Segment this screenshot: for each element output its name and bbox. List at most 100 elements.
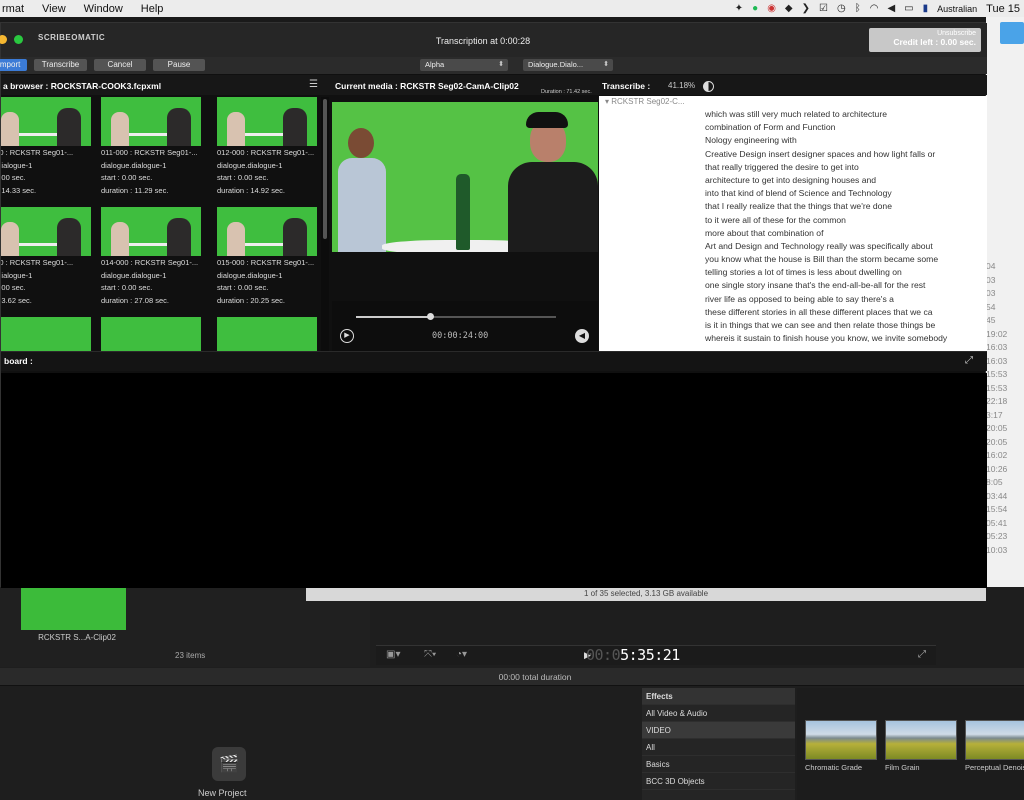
effect-chromatic-grade[interactable]: Chromatic Grade: [805, 720, 877, 772]
effects-category[interactable]: Basics: [642, 756, 795, 773]
finder-date-cell[interactable]: 20:05: [984, 422, 1024, 436]
transcript-line[interactable]: telling stories a lot of times is less a…: [705, 266, 985, 279]
finder-date-cell[interactable]: 15:53: [984, 382, 1024, 396]
pause-button[interactable]: Pause: [153, 59, 205, 71]
finder-date-cell[interactable]: 05:23: [984, 530, 1024, 544]
fullscreen-icon[interactable]: ⤢: [918, 649, 926, 660]
menubar-clock[interactable]: Tue 15: [986, 3, 1020, 15]
finder-date-cell[interactable]: 03: [984, 274, 1024, 288]
transcript-line[interactable]: Art and Design and Technology really was…: [705, 240, 985, 253]
transcript-line[interactable]: these different stories in all these dif…: [705, 306, 985, 319]
flag-icon[interactable]: ▮: [923, 3, 929, 14]
finder-date-cell[interactable]: 20:05: [984, 436, 1024, 450]
media-clip-tile[interactable]: [217, 317, 321, 351]
effects-category[interactable]: All Video & Audio: [642, 705, 795, 722]
finder-date-cell[interactable]: 16:02: [984, 449, 1024, 463]
speed-icon[interactable]: ◔▾: [456, 649, 467, 660]
media-clip-tile[interactable]: 015-000 : RCKSTR Seg01-... dialogue.dialo…: [217, 207, 321, 307]
finder-date-cell[interactable]: 45: [984, 314, 1024, 328]
finder-date-cell[interactable]: 03:44: [984, 490, 1024, 504]
transcript-line[interactable]: into that kind of blend of Science and T…: [705, 187, 985, 200]
effect-perceptual-denoise[interactable]: Perceptual Denoise: [965, 720, 1024, 772]
transcript-line[interactable]: more about that combination of: [705, 227, 985, 240]
transcript-line[interactable]: is it in things that we can see and then…: [705, 319, 985, 332]
transcript-line[interactable]: which was still very much related to arc…: [705, 108, 985, 121]
wifi-icon[interactable]: ◠: [870, 3, 879, 14]
finder-date-cell[interactable]: 54: [984, 301, 1024, 315]
transcript-line[interactable]: combination of Form and Function: [705, 121, 985, 134]
transcribe-button[interactable]: Transcribe: [34, 59, 87, 71]
import-button[interactable]: Import: [0, 59, 27, 71]
media-clip-tile[interactable]: [101, 317, 211, 351]
transcript-line[interactable]: architecture to get into designing house…: [705, 174, 985, 187]
finder-date-cell[interactable]: 10:03: [984, 544, 1024, 558]
finder-date-cell[interactable]: 15:53: [984, 368, 1024, 382]
media-clip-tile[interactable]: [1, 317, 101, 351]
media-clip-tile[interactable]: 012-000 : RCKSTR Seg01-... dialogue.dialo…: [217, 97, 321, 197]
check-icon[interactable]: ☑: [819, 3, 828, 14]
transcript-line[interactable]: river life as opposed to being able to s…: [705, 293, 985, 306]
volume-icon[interactable]: ◀: [887, 3, 895, 14]
transcript-line[interactable]: that I really realize that the things th…: [705, 200, 985, 213]
effects-category[interactable]: BCC 3D Objects: [642, 773, 795, 790]
finder-date-cell[interactable]: 10:26: [984, 463, 1024, 477]
time-machine-icon[interactable]: ◷: [837, 3, 846, 14]
scrub-knob[interactable]: [427, 313, 434, 320]
media-clip-tile[interactable]: 014-000 : RCKSTR Seg01-... dialogue.dialo…: [101, 207, 211, 307]
finder-date-cell[interactable]: 16:03: [984, 355, 1024, 369]
effects-category[interactable]: VIDEO: [642, 722, 795, 739]
media-clip-tile[interactable]: 000 : RCKSTR Seg01-... o.dialogue-1: 0.00…: [1, 97, 101, 197]
sort-select[interactable]: Alpha ⬍: [420, 59, 508, 71]
menu-window[interactable]: Window: [84, 3, 123, 15]
finder-date-cell[interactable]: 22:18: [984, 395, 1024, 409]
bluetooth-icon[interactable]: ᛒ: [855, 3, 861, 14]
transcript-file-node[interactable]: ▾ RCKSTR Seg02-C...: [605, 97, 685, 106]
folder-icon[interactable]: [1000, 22, 1024, 44]
scrollbar-thumb[interactable]: [323, 99, 327, 239]
extension-icon[interactable]: ◆: [785, 3, 793, 14]
finder-date-cell[interactable]: 19:02: [984, 328, 1024, 342]
transcript-line[interactable]: to it were all of these for the common: [705, 214, 985, 227]
new-project-label[interactable]: New Project: [198, 788, 247, 798]
scrollbar[interactable]: [321, 97, 329, 351]
finder-date-cell[interactable]: 04: [984, 260, 1024, 274]
menu-help[interactable]: Help: [141, 3, 164, 15]
finder-date-cell[interactable]: 16:03: [984, 341, 1024, 355]
media-clip-tile[interactable]: 000 : RCKSTR Seg01-... o.dialogue-1: 0.00…: [1, 207, 101, 307]
chevron-icon[interactable]: ❯: [802, 3, 810, 14]
play-icon[interactable]: ▶: [340, 329, 354, 343]
finder-date-cell[interactable]: 8:05: [984, 476, 1024, 490]
battery-icon[interactable]: ▭: [904, 3, 913, 14]
fcp-clip-thumbnail[interactable]: [21, 587, 126, 630]
keyboard-layout[interactable]: Australian: [937, 4, 977, 14]
finder-date-cell[interactable]: 03: [984, 287, 1024, 301]
dropbox-icon[interactable]: ✦: [735, 3, 743, 14]
volume-icon[interactable]: ◀: [575, 329, 589, 343]
transform-icon[interactable]: ⤧▾: [424, 649, 436, 660]
transcript-line[interactable]: you know what the house is Bill than the…: [705, 253, 985, 266]
cancel-button[interactable]: Cancel: [94, 59, 146, 71]
scrub-bar[interactable]: [356, 313, 556, 320]
transcript-line[interactable]: Creative Design insert designer spaces a…: [705, 148, 985, 161]
transcript-panel[interactable]: ▾ RCKSTR Seg02-C... which was still very…: [599, 96, 987, 351]
transcript-line[interactable]: whereis it sustain to finish house you k…: [705, 332, 985, 345]
unsubscribe-link[interactable]: Unsubscribe: [874, 30, 976, 37]
effects-category[interactable]: All: [642, 739, 795, 756]
transcript-line[interactable]: that really triggered the desire to get …: [705, 161, 985, 174]
transcript-line[interactable]: Nology engineering with: [705, 134, 985, 147]
role-select[interactable]: Dialogue.Dialo... ⬍: [523, 59, 613, 71]
record-icon[interactable]: ◉: [767, 3, 776, 14]
expand-icon[interactable]: ⤢: [965, 355, 973, 366]
menu-view[interactable]: View: [42, 3, 66, 15]
spotify-icon[interactable]: ●: [752, 3, 758, 14]
view-options-icon[interactable]: ▣▾: [386, 649, 400, 660]
media-clip-tile[interactable]: 011-000 : RCKSTR Seg01-... dialogue.dialo…: [101, 97, 211, 197]
finder-date-cell[interactable]: 05:41: [984, 517, 1024, 531]
menu-format[interactable]: rmat: [2, 3, 24, 15]
finder-date-cell[interactable]: 3:17: [984, 409, 1024, 423]
effect-film-grain[interactable]: Film Grain: [885, 720, 957, 772]
finder-date-cell[interactable]: 15:54: [984, 503, 1024, 517]
list-view-icon[interactable]: ☰: [309, 79, 318, 90]
clapper-icon[interactable]: 🎬: [212, 747, 246, 781]
transcript-line[interactable]: one single story insane that's the end-a…: [705, 279, 985, 292]
